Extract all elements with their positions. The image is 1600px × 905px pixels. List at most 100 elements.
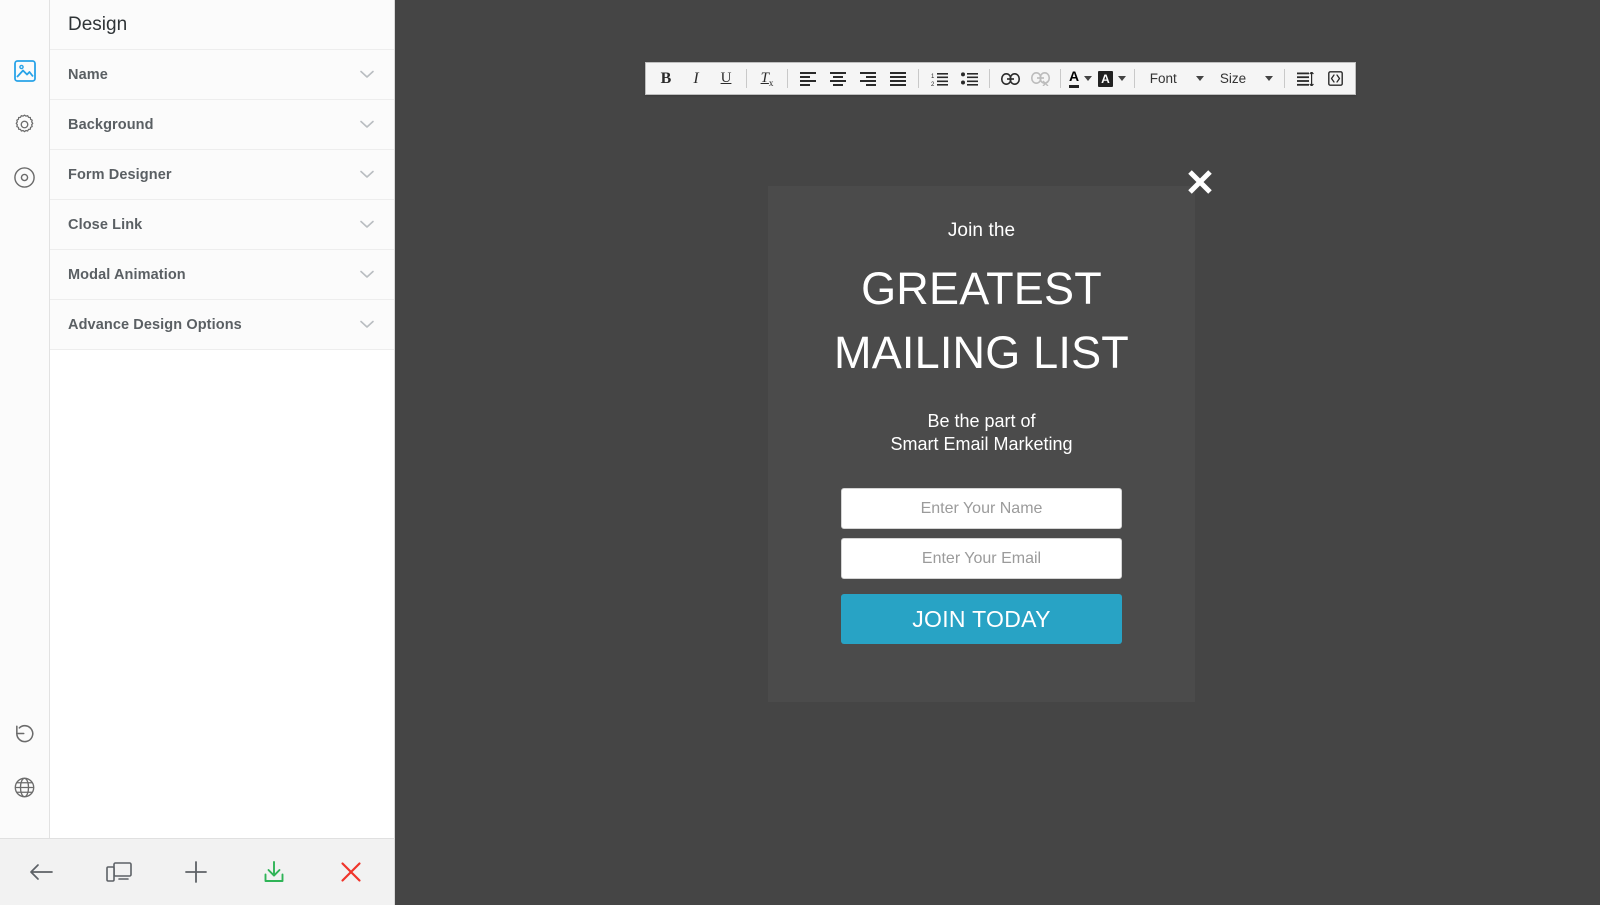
back-button[interactable] xyxy=(20,851,62,893)
modal-subtitle-line-1: Be the part of xyxy=(927,411,1036,431)
plus-icon xyxy=(185,861,207,883)
font-family-label: Font xyxy=(1149,71,1177,86)
toolbar-divider xyxy=(1060,69,1061,88)
app-root: B I U Tx 1 2 A A Font Size Join the GREA… xyxy=(0,0,1600,905)
insert-link-button[interactable] xyxy=(995,65,1025,92)
rich-text-toolbar[interactable]: B I U Tx 1 2 A A Font Size xyxy=(645,62,1357,95)
bold-glyph: B xyxy=(660,69,672,87)
email-input[interactable]: Enter Your Email xyxy=(841,538,1122,579)
accordion-item-close-link[interactable]: Close Link xyxy=(50,200,394,250)
optin-modal[interactable]: Join the GREATEST MAILING LIST Be the pa… xyxy=(768,186,1195,702)
accordion-item-name[interactable]: Name xyxy=(50,50,394,100)
accordion-item-modal-animation[interactable]: Modal Animation xyxy=(50,250,394,300)
page-title: Design xyxy=(68,13,128,35)
line-height-button[interactable] xyxy=(1290,65,1320,92)
toolbar-divider xyxy=(746,69,747,88)
source-code-icon xyxy=(1327,71,1343,86)
chevron-down-icon[interactable] xyxy=(360,320,374,329)
toolbar-divider xyxy=(1284,69,1286,88)
toolbar-divider xyxy=(989,69,990,88)
numbered-list-icon: 1 2 xyxy=(931,72,948,86)
sidebar-item-globe[interactable] xyxy=(12,774,38,800)
device-preview-button[interactable] xyxy=(98,851,140,893)
highlight-color-icon: A xyxy=(1098,70,1113,87)
accordion-label: Background xyxy=(68,116,154,133)
modal-subtitle-line-2: Smart Email Marketing xyxy=(890,434,1073,454)
accordion-item-advance-design-options[interactable]: Advance Design Options xyxy=(50,300,394,350)
bold-button[interactable]: B xyxy=(651,65,681,92)
accordion-label: Name xyxy=(68,66,108,83)
sidebar-item-targeting[interactable] xyxy=(12,164,38,190)
unlink-button[interactable] xyxy=(1025,65,1055,92)
discard-button[interactable] xyxy=(330,851,372,893)
underline-button[interactable]: U xyxy=(711,65,741,92)
svg-text:1: 1 xyxy=(931,74,935,80)
align-center-icon xyxy=(830,71,846,86)
accordion-item-form-designer[interactable]: Form Designer xyxy=(50,150,394,200)
align-right-button[interactable] xyxy=(853,65,883,92)
gear-icon xyxy=(15,113,34,132)
modal-close-button[interactable] xyxy=(1181,163,1219,201)
font-family-dropdown[interactable]: Font xyxy=(1140,65,1210,92)
modal-pretitle: Join the xyxy=(947,220,1016,241)
chevron-down-icon xyxy=(1195,76,1204,81)
font-size-dropdown[interactable]: Size xyxy=(1210,65,1279,92)
chevron-down-icon xyxy=(1265,76,1274,81)
link-icon xyxy=(1000,72,1020,85)
modal-heading-line-1: GREATEST xyxy=(861,263,1102,314)
design-panel: Design Name Background Form Designer Clo… xyxy=(50,0,395,838)
history-undo-icon xyxy=(16,724,34,742)
add-button[interactable] xyxy=(175,851,217,893)
italic-button[interactable]: I xyxy=(681,65,711,92)
modal-subtitle: Be the part of Smart Email Marketing xyxy=(890,410,1072,456)
modal-heading: GREATEST MAILING LIST xyxy=(834,257,1129,385)
join-today-button[interactable]: JOIN TODAY xyxy=(841,594,1122,644)
ordered-list-button[interactable]: 1 2 xyxy=(924,65,954,92)
toolbar-divider xyxy=(918,69,919,88)
accordion-label: Advance Design Options xyxy=(68,316,242,333)
globe-icon xyxy=(14,777,35,797)
chevron-down-icon[interactable] xyxy=(360,170,374,179)
highlight-color-button[interactable]: A xyxy=(1095,65,1129,92)
accordion-label: Modal Animation xyxy=(68,266,186,283)
sidebar-item-history[interactable] xyxy=(12,721,38,747)
responsive-devices-icon xyxy=(105,862,132,882)
source-code-button[interactable] xyxy=(1320,65,1350,92)
align-justify-icon xyxy=(890,71,906,86)
save-button[interactable] xyxy=(253,851,295,893)
bottom-toolbar xyxy=(0,838,395,905)
accordion-list: Name Background Form Designer Close Link xyxy=(50,50,394,350)
align-left-icon xyxy=(800,71,816,86)
remove-format-button[interactable]: Tx xyxy=(752,65,782,92)
modal-heading-line-2: MAILING LIST xyxy=(834,327,1129,378)
toolbar-divider xyxy=(787,69,788,88)
underline-glyph: U xyxy=(720,70,732,86)
download-save-icon xyxy=(264,861,283,882)
arrow-left-icon xyxy=(30,864,53,880)
rail-bottom-group xyxy=(12,721,38,800)
unordered-list-button[interactable] xyxy=(954,65,984,92)
image-icon xyxy=(13,60,36,82)
chevron-down-icon[interactable] xyxy=(360,220,374,229)
bullet-list-icon xyxy=(960,71,978,86)
chevron-down-icon[interactable] xyxy=(360,270,374,279)
align-justify-button[interactable] xyxy=(883,65,913,92)
sidebar-item-design[interactable] xyxy=(12,58,38,84)
remove-format-icon: Tx xyxy=(760,69,774,88)
italic-glyph: I xyxy=(693,69,699,87)
sidebar-item-settings[interactable] xyxy=(12,111,38,137)
optin-form: Enter Your Name Enter Your Email JOIN TO… xyxy=(841,488,1122,644)
accordion-item-background[interactable]: Background xyxy=(50,100,394,150)
preview-canvas[interactable]: B I U Tx 1 2 A A Font Size Join the GREA… xyxy=(395,0,1600,905)
chevron-down-icon[interactable] xyxy=(360,70,374,79)
align-left-button[interactable] xyxy=(793,65,823,92)
text-color-button[interactable]: A xyxy=(1066,65,1095,92)
close-x-icon xyxy=(341,862,361,882)
chevron-down-icon[interactable] xyxy=(360,120,374,129)
left-icon-rail xyxy=(0,0,50,838)
target-icon xyxy=(14,166,35,188)
font-size-label: Size xyxy=(1219,71,1247,86)
chevron-down-icon xyxy=(1117,76,1126,81)
align-center-button[interactable] xyxy=(823,65,853,92)
name-input[interactable]: Enter Your Name xyxy=(841,488,1122,529)
